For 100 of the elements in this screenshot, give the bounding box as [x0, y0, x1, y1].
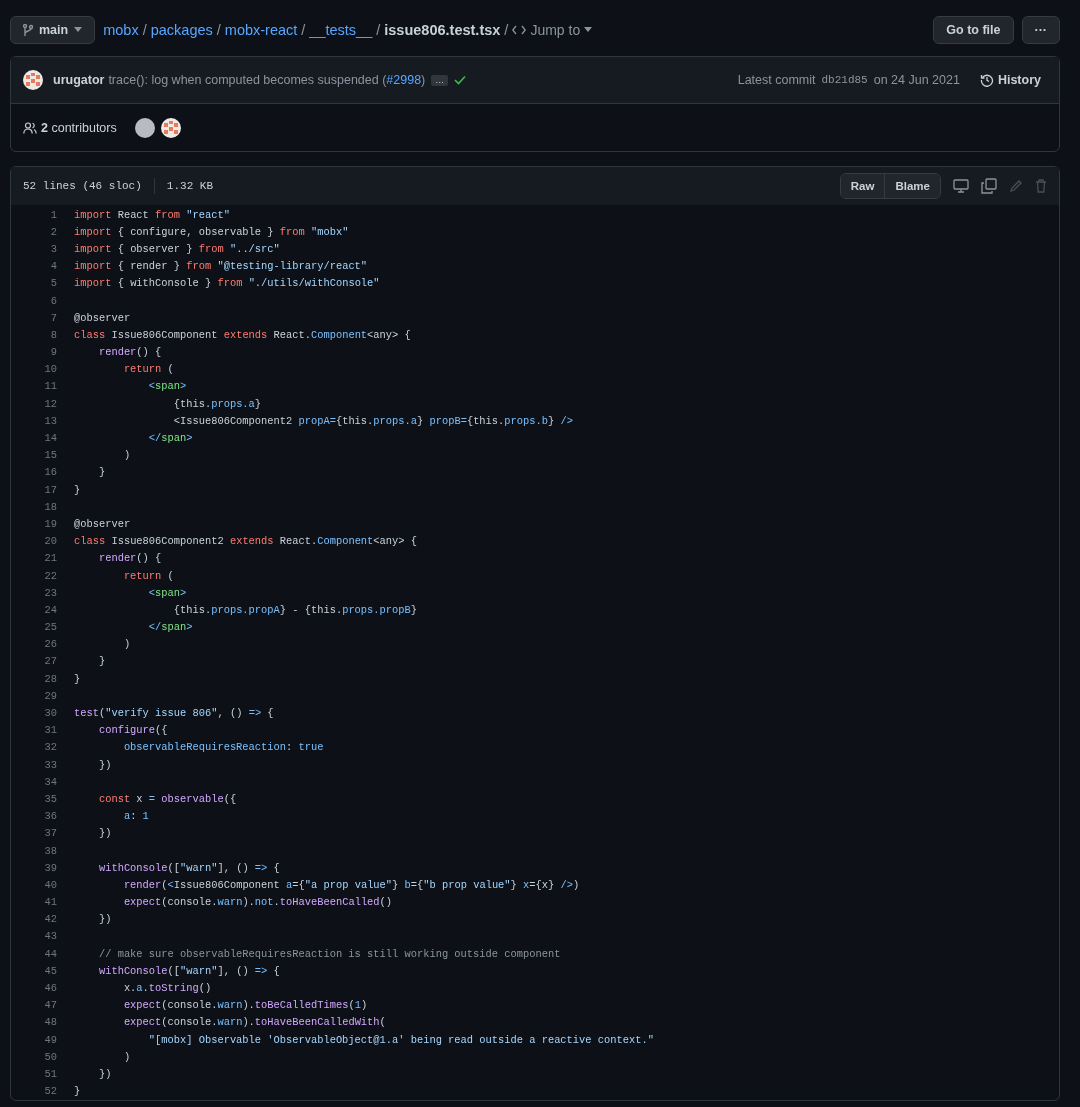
expand-button[interactable]: … [431, 74, 449, 86]
code-line: @observer [74, 311, 131, 324]
code-line: }) [97, 758, 112, 771]
code-line: render() { [97, 346, 162, 359]
line-number: 12 [43, 397, 58, 410]
jump-to-button[interactable]: Jump to [512, 21, 593, 38]
breadcrumb-link[interactable]: mobx-react [224, 21, 298, 38]
commit-date: on 24 Jun 2021 [873, 73, 960, 87]
code-line: withConsole(["warn"], () => { [97, 964, 280, 977]
code-line: } [74, 1085, 81, 1098]
code-line: a: 1 [122, 810, 149, 823]
code-line: } [97, 655, 106, 668]
line-number: 25 [43, 621, 58, 634]
latest-commit-label: Latest commit [737, 73, 816, 87]
line-number: 48 [43, 1016, 58, 1029]
line-number: 26 [43, 638, 58, 651]
line-number: 20 [43, 535, 58, 548]
line-number: 52 [43, 1085, 58, 1098]
line-number: 43 [43, 930, 58, 943]
path-separator: / [216, 21, 221, 38]
code-line: {this.props.a} [172, 397, 262, 410]
go-to-file-button[interactable]: Go to file [933, 15, 1014, 44]
avatar-icon [23, 70, 43, 90]
line-number: 18 [43, 500, 58, 513]
commit-sha[interactable]: db21d85 [821, 74, 868, 86]
line-number: 23 [43, 586, 58, 599]
code-line: </span> [147, 432, 193, 445]
line-number: 3 [49, 242, 58, 255]
blame-button[interactable]: Blame [884, 174, 940, 198]
code-line: configure({ [97, 724, 168, 737]
code-line: return ( [122, 569, 174, 582]
commit-author[interactable]: urugator [53, 73, 105, 87]
code-line: expect(console.warn).toBeCalledTimes(1) [122, 999, 368, 1012]
code-line: import { render } from "@testing-library/react" [74, 260, 368, 273]
line-number: 39 [43, 861, 58, 874]
code-line: import React from "react" [74, 208, 230, 221]
copy-icon[interactable] [981, 178, 997, 194]
code-line: render(<Issue806Component a={"a prop value"} b={"b prop value"} x={x} />) [122, 878, 580, 891]
line-number: 32 [43, 741, 58, 754]
line-number: 7 [49, 311, 58, 324]
path-separator: / [301, 21, 306, 38]
code-line: observableRequiresReaction: true [122, 741, 324, 754]
code-line: } [74, 483, 81, 496]
line-number: 15 [43, 449, 58, 462]
line-number: 29 [43, 689, 58, 702]
code-line: withConsole(["warn"], () => { [97, 861, 280, 874]
line-number: 2 [49, 225, 58, 238]
code-line: </span> [147, 621, 193, 634]
avatar-icon[interactable] [134, 117, 155, 138]
breadcrumb-link[interactable]: mobx [103, 21, 139, 38]
line-number: 10 [43, 363, 58, 376]
line-number: 44 [43, 947, 58, 960]
branch-button[interactable]: main [10, 15, 96, 44]
line-number: 50 [43, 1050, 58, 1063]
avatar-icon [160, 117, 181, 138]
line-number: 4 [49, 260, 58, 273]
line-number: 13 [43, 414, 58, 427]
code-line: <span> [147, 586, 187, 599]
code-line: render() { [97, 552, 162, 565]
line-number: 41 [43, 896, 58, 909]
code-line: expect(console.warn).toHaveBeenCalledWith( [122, 1016, 386, 1029]
pr-link[interactable]: #2998 [386, 73, 422, 87]
file-name: issue806.test.tsx [384, 21, 501, 38]
code-line: class Issue806Component extends React.Component<any> { [74, 328, 411, 341]
code-line: class Issue806Component2 extends React.Component<any> { [74, 535, 417, 548]
caret-icon [74, 27, 83, 32]
line-number: 35 [43, 792, 58, 805]
code-line: import { withConsole } from "./utils/withConsole" [74, 277, 380, 290]
line-number: 21 [43, 552, 58, 565]
line-number: 49 [43, 1033, 58, 1046]
line-number: 11 [43, 380, 58, 393]
line-count: 52 lines (46 sloc) [23, 180, 142, 192]
desktop-icon[interactable] [953, 179, 969, 193]
code-line: }) [97, 827, 112, 840]
more-button[interactable]: ··· [1021, 15, 1060, 44]
code-line: <span> [147, 380, 187, 393]
code-line: const x = observable({ [97, 792, 237, 805]
line-number: 40 [43, 878, 58, 891]
line-number: 14 [43, 432, 58, 445]
history-button[interactable]: History [973, 72, 1047, 88]
code-line: ) [122, 638, 131, 651]
code-line: "[mobx] Observable 'ObservableObject@1.a' being read outside a reactive context." [147, 1033, 654, 1046]
commit-message: trace(): log when computed becomes suspended (#2998) [108, 73, 426, 87]
code-line: ) [122, 449, 131, 462]
line-number: 38 [43, 844, 58, 857]
code-line: @observer [74, 517, 131, 530]
path-separator: / [504, 21, 509, 38]
line-number: 37 [43, 827, 58, 840]
breadcrumb-link[interactable]: packages [150, 21, 213, 38]
line-number: 51 [43, 1067, 58, 1080]
line-number: 24 [43, 603, 58, 616]
line-number: 17 [43, 483, 58, 496]
line-number: 28 [43, 672, 58, 685]
code-line: }) [97, 1067, 112, 1080]
raw-button[interactable]: Raw [840, 174, 885, 198]
breadcrumb-link[interactable]: __tests__ [309, 21, 373, 38]
code-line: import { observer } from "../src" [74, 242, 280, 255]
line-number: 9 [49, 346, 58, 359]
contributors-link[interactable]: 2 contributors [23, 120, 117, 135]
code-line: import { configure, observable } from "mobx" [74, 225, 349, 238]
